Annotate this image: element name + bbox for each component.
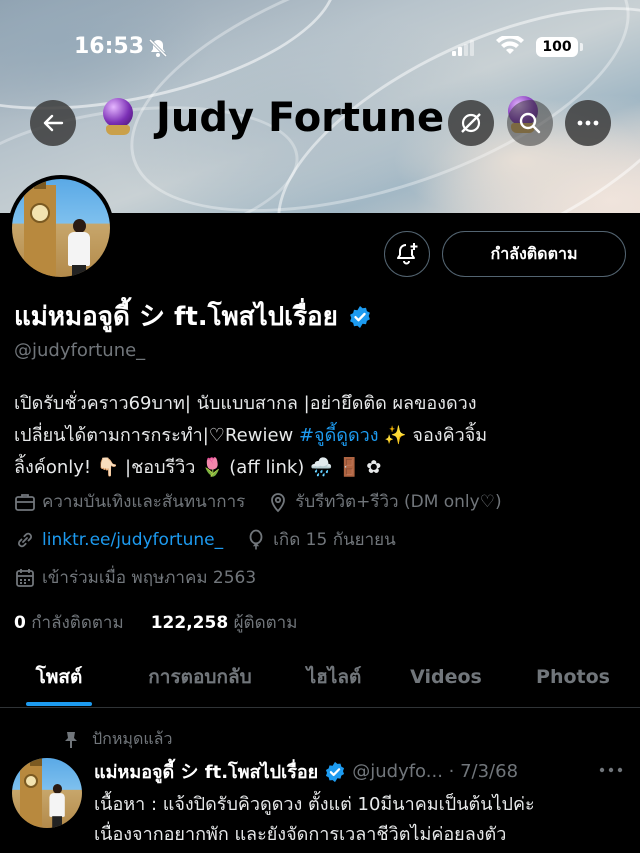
profile-tabs: โพสต์ การตอบกลับ ไฮไลต์ Videos Photos — [0, 648, 640, 708]
balloon-icon — [249, 529, 263, 549]
post-author-name[interactable]: แม่หมอจูดี้ シ ft.โพสไปเรื่อย — [94, 757, 318, 786]
pin-icon — [65, 731, 77, 748]
bio-hashtag-link[interactable]: #จูดี้ดูดวง — [299, 425, 379, 446]
silent-bell-icon — [148, 38, 168, 58]
website-link[interactable]: linktr.ee/judyfortune_ — [42, 530, 223, 550]
followers-count-link[interactable]: 122,258 ผู้ติดตาม — [151, 613, 298, 633]
clock-tower-image — [20, 758, 42, 826]
tab-videos[interactable]: Videos — [386, 648, 506, 706]
following-count: 0 — [14, 613, 26, 633]
header-title: Judy Fortune — [100, 95, 444, 141]
profile-meta-row-2: linktr.ee/judyfortune_ เกิด 15 กันยายน — [14, 526, 418, 553]
bell-plus-icon — [397, 243, 418, 265]
joined-text: เข้าร่วมเมื่อ พฤษภาคม 2563 — [42, 568, 257, 588]
pinned-label: ปักหมุดแล้ว — [92, 729, 173, 748]
display-name: แม่หมอจูดี้ シ ft.โพสไปเรื่อย — [14, 296, 372, 337]
battery-tip — [580, 43, 583, 51]
clock-tower-image — [24, 179, 56, 277]
display-name-text: แม่หมอจูดี้ シ ft.โพสไปเรื่อย — [14, 302, 338, 332]
grok-button[interactable] — [448, 100, 494, 146]
profile-avatar[interactable] — [8, 175, 114, 281]
joined-item: เข้าร่วมเมื่อ พฤษภาคม 2563 — [14, 564, 256, 591]
tab-videos-label: Videos — [410, 666, 482, 688]
tab-replies-label: การตอบกลับ — [148, 666, 252, 688]
follow-counts: 0 กำลังติดตาม 122,258 ผู้ติดตาม — [14, 609, 297, 636]
search-button[interactable] — [507, 100, 553, 146]
profile-handle: @judyfortune_ — [14, 340, 146, 361]
birthday-item: เกิด 15 กันยายน — [245, 526, 396, 553]
website-item[interactable]: linktr.ee/judyfortune_ — [14, 529, 223, 551]
post-body[interactable]: เนื้อหา : แจ้งปิดรับคิวดูดวง ตั้งแต่ 10ม… — [94, 790, 634, 850]
verified-badge-icon[interactable] — [348, 305, 372, 329]
tab-highlights-label: ไฮไลต์ — [306, 666, 362, 688]
pinned-indicator: ปักหมุดแล้ว — [62, 727, 172, 752]
post-more-icon[interactable] — [596, 760, 626, 780]
followers-count: 122,258 — [150, 613, 229, 633]
birthday-text: เกิด 15 กันยายน — [273, 530, 396, 550]
tab-posts-label: โพสต์ — [35, 666, 83, 688]
briefcase-icon — [15, 493, 35, 511]
cellular-signal-icon — [452, 40, 474, 56]
notifications-button[interactable] — [384, 231, 430, 277]
profile-meta-row-1: ความบันเทิงและสันทนาการ รับรีทวิต+รีวิว … — [14, 488, 524, 515]
back-button[interactable] — [30, 100, 76, 146]
post-line-1: เนื้อหา : แจ้งปิดรับคิวดูดวง ตั้งแต่ 10ม… — [94, 794, 535, 815]
search-icon — [519, 112, 541, 134]
link-icon — [18, 532, 32, 547]
person-image — [66, 219, 92, 277]
location-text: รับรีทวิต+รีวิว (DM only♡) — [295, 492, 502, 512]
grok-icon — [461, 113, 481, 133]
tab-photos[interactable]: Photos — [506, 648, 640, 706]
arrow-left-icon — [43, 114, 64, 132]
following-button[interactable]: กำลังติดตาม — [442, 231, 626, 277]
active-tab-indicator — [26, 702, 92, 706]
post-handle-date: @judyfo... · 7/3/68 — [352, 761, 519, 782]
profile-meta-row-3: เข้าร่วมเมื่อ พฤษภาคม 2563 — [14, 564, 278, 591]
bio-line-3: ลิ้งค์only! 👇🏻 |ชอบรีวิว 🌷 (aff link) 🌧️… — [14, 457, 382, 478]
bio-line-1: เปิดรับชั่วคราว69บาท| นับแบบสากล |อย่ายึ… — [14, 393, 477, 414]
battery-indicator: 100 — [536, 37, 578, 57]
more-options-button[interactable] — [565, 100, 611, 146]
tab-highlights[interactable]: ไฮไลต์ — [282, 648, 386, 706]
crystal-ball-icon — [100, 98, 136, 138]
bio-line-2: เปลี่ยนได้ตามการกระทำ|♡Rewiew #จูดี้ดูดว… — [14, 420, 626, 452]
category-item: ความบันเทิงและสันทนาการ — [14, 488, 245, 515]
category-text: ความบันเทิงและสันทนาการ — [42, 492, 246, 512]
tab-photos-label: Photos — [536, 666, 610, 688]
post-line-2: เนื่องจากอยากพัก และยังจัดการเวลาชีวิตไม… — [94, 824, 507, 845]
more-horizontal-icon — [577, 120, 599, 126]
following-count-link[interactable]: 0 กำลังติดตาม — [14, 613, 124, 633]
post-header: แม่หมอจูดี้ シ ft.โพสไปเรื่อย @judyfo... … — [94, 757, 518, 786]
location-pin-icon — [271, 492, 286, 512]
following-count-label: กำลังติดตาม — [31, 613, 124, 633]
bio-line-2-tail: ✨ จองคิวจิ้ม — [378, 425, 488, 446]
verified-badge-icon — [326, 761, 345, 782]
profile-bio: เปิดรับชั่วคราว69บาท| นับแบบสากล |อย่ายึ… — [14, 388, 626, 484]
status-time: 16:53 — [74, 34, 145, 59]
calendar-icon — [16, 568, 34, 587]
bio-line-2-text: เปลี่ยนได้ตามการกระทำ|♡Rewiew — [14, 425, 299, 446]
header-title-text: Judy Fortune — [156, 95, 445, 141]
tab-posts[interactable]: โพสต์ — [0, 648, 118, 706]
tab-replies[interactable]: การตอบกลับ — [118, 648, 282, 706]
location-item: รับรีทวิต+รีวิว (DM only♡) — [267, 488, 502, 515]
wifi-icon — [496, 36, 524, 54]
post-author-avatar[interactable] — [12, 758, 82, 828]
followers-count-label: ผู้ติดตาม — [233, 613, 298, 633]
person-image — [48, 784, 66, 828]
